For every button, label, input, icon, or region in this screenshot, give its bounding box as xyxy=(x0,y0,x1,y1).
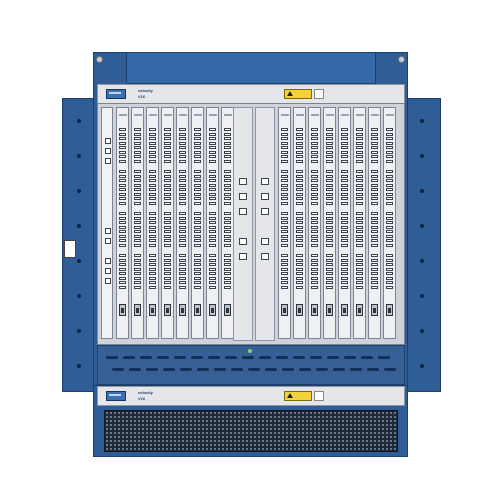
left-line-card xyxy=(161,107,174,339)
right-line-card xyxy=(323,107,336,339)
left-line-card xyxy=(131,107,144,339)
top-cover-panel xyxy=(126,52,376,84)
lower-header-bar: velocity V16 xyxy=(97,386,405,406)
left-line-card xyxy=(116,107,129,339)
right-line-card xyxy=(353,107,366,339)
left-line-card xyxy=(206,107,219,339)
left-line-card xyxy=(176,107,189,339)
fabric-module-1 xyxy=(233,107,253,341)
side-label xyxy=(64,240,76,258)
card-cage xyxy=(97,103,405,345)
ground-symbol-icon xyxy=(314,391,324,401)
warning-triangle-icon xyxy=(284,391,312,401)
right-line-card xyxy=(308,107,321,339)
lower-model-name: V16 xyxy=(138,396,146,401)
right-line-card xyxy=(383,107,396,339)
brand-logo-icon xyxy=(106,89,126,99)
lower-brand-name: velocity xyxy=(138,390,153,395)
air-intake-grille xyxy=(104,410,398,452)
brand-logo-icon xyxy=(106,391,126,401)
right-line-card xyxy=(278,107,291,339)
management-module-left xyxy=(101,107,113,339)
left-line-card xyxy=(191,107,204,339)
upper-model-name: V16 xyxy=(138,94,146,99)
upper-header-bar: velocity V16 xyxy=(97,84,405,104)
fan-tray xyxy=(97,345,405,385)
right-line-card xyxy=(368,107,381,339)
right-line-card xyxy=(338,107,351,339)
left-line-card xyxy=(146,107,159,339)
warning-triangle-icon xyxy=(284,89,312,99)
status-led xyxy=(248,349,252,353)
ground-symbol-icon xyxy=(314,89,324,99)
upper-brand-name: velocity xyxy=(138,88,153,93)
right-line-card xyxy=(293,107,306,339)
fabric-module-2 xyxy=(255,107,275,341)
right-rack-ear xyxy=(405,98,441,392)
